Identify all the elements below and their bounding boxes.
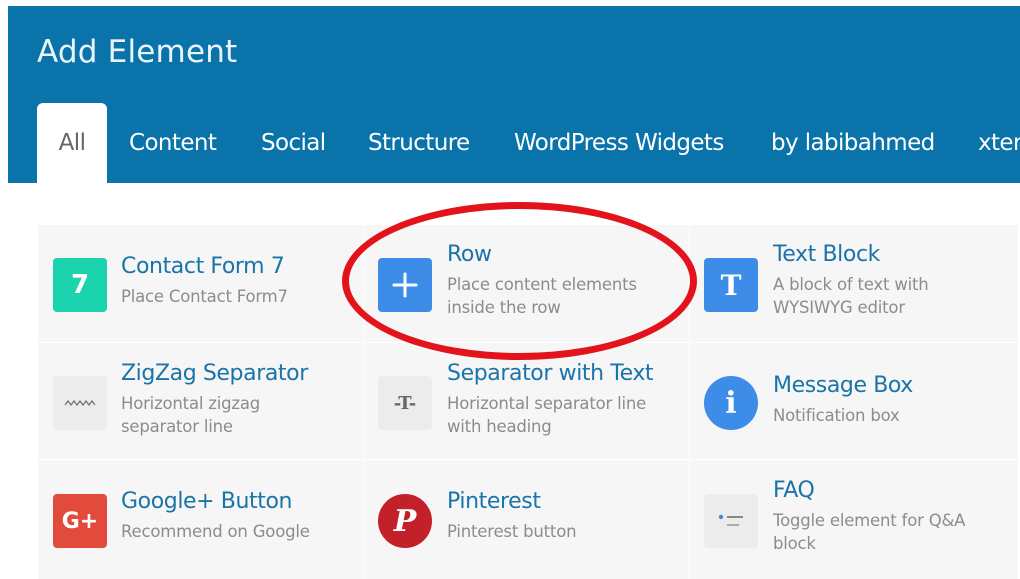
element-pinterest[interactable]: P Pinterest Pinterest button	[364, 459, 690, 577]
element-title: Separator with Text	[447, 361, 654, 386]
element-faq[interactable]: FAQ Toggle element for Q&A block	[690, 459, 1016, 577]
faq-toggle-icon	[704, 494, 758, 548]
element-title: Contact Form 7	[121, 254, 285, 279]
tab-social[interactable]: Social	[261, 103, 326, 183]
element-title: ZigZag Separator	[121, 361, 308, 386]
element-text-block[interactable]: T Text Block A block of text with WYSIWY…	[690, 225, 1016, 343]
element-description: Place Contact Form7	[121, 287, 288, 306]
separator-text-icon: -T-	[378, 376, 432, 430]
message-box-icon: i	[704, 376, 758, 430]
element-description: Horizontal separator line with heading	[447, 394, 647, 436]
element-google-plus-button[interactable]: G+ Google+ Button Recommend on Google	[38, 459, 364, 577]
element-description: Toggle element for Q&A block	[773, 511, 966, 553]
panel-title: Add Element	[37, 34, 238, 70]
element-separator-with-text[interactable]: -T- Separator with Text Horizontal separ…	[364, 342, 690, 460]
element-description: Place content elements inside the row	[447, 275, 637, 317]
element-description: Horizontal zigzag separator line	[121, 394, 261, 436]
element-description: Notification box	[773, 406, 900, 425]
element-message-box[interactable]: i Message Box Notification box	[690, 342, 1016, 460]
tab-xter[interactable]: xter	[978, 103, 1020, 183]
zigzag-separator-icon	[53, 376, 107, 430]
element-contact-form-7[interactable]: 7 Contact Form 7 Place Contact Form7	[38, 225, 364, 343]
tab-content[interactable]: Content	[129, 103, 217, 183]
element-title: Pinterest	[447, 489, 541, 514]
add-element-header: Add Element All Content Social Structure…	[8, 6, 1020, 183]
element-title: Row	[447, 242, 492, 267]
element-grid: 7 Contact Form 7 Place Contact Form7 Row…	[38, 225, 1018, 579]
element-description: Recommend on Google	[121, 522, 310, 541]
tab-all[interactable]: All	[37, 103, 107, 183]
element-title: Google+ Button	[121, 489, 293, 514]
element-description: Pinterest button	[447, 522, 577, 541]
pinterest-icon: P	[378, 494, 432, 548]
google-plus-icon: G+	[53, 494, 107, 548]
row-plus-icon	[378, 258, 432, 312]
element-title: FAQ	[773, 478, 815, 503]
tab-structure[interactable]: Structure	[368, 103, 470, 183]
tab-wordpress-widgets[interactable]: WordPress Widgets	[514, 103, 724, 183]
contact-form-7-icon: 7	[53, 258, 107, 312]
element-row[interactable]: Row Place content elements inside the ro…	[364, 225, 690, 343]
element-title: Text Block	[773, 242, 880, 267]
element-zigzag-separator[interactable]: ZigZag Separator Horizontal zigzag separ…	[38, 342, 364, 460]
text-block-icon: T	[704, 258, 758, 312]
element-title: Message Box	[773, 373, 913, 398]
tab-by-labibahmed[interactable]: by labibahmed	[771, 103, 935, 183]
element-description: A block of text with WYSIWYG editor	[773, 275, 929, 317]
